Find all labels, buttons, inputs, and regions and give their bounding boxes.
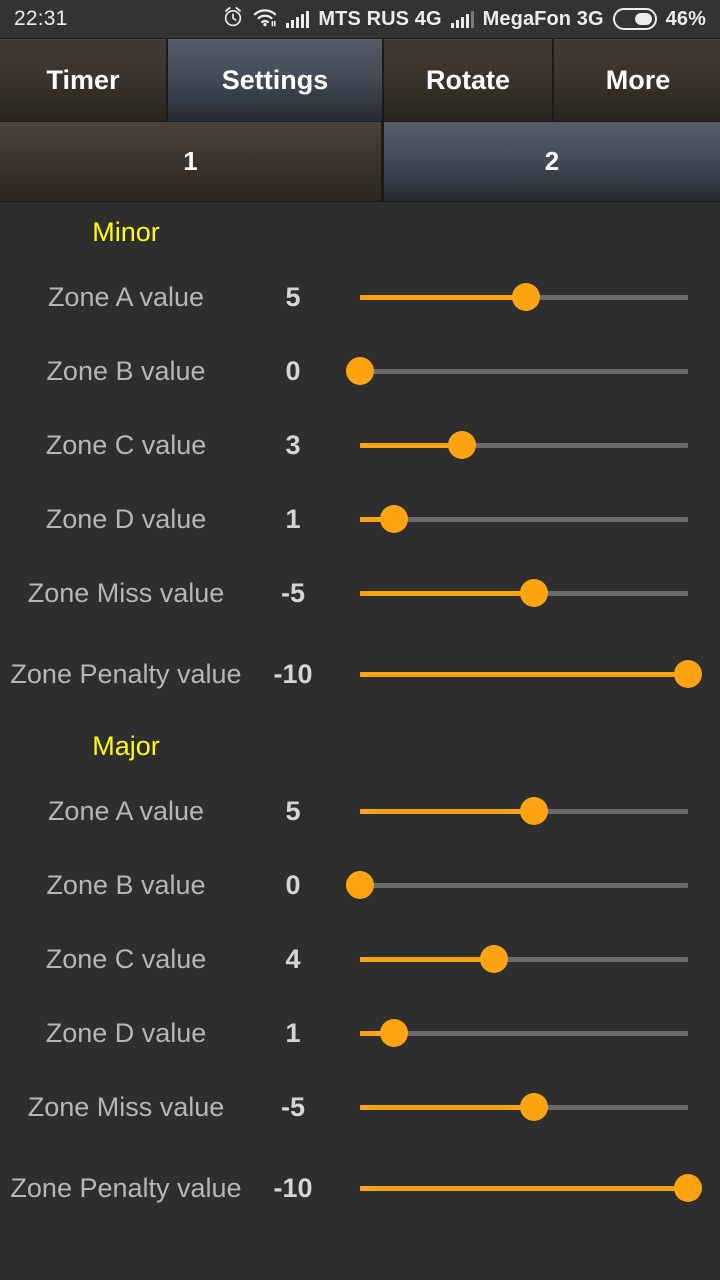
setting-row: Zone A value 5 xyxy=(0,774,720,848)
setting-value: 5 xyxy=(285,281,301,312)
slider-fill xyxy=(360,808,534,814)
slider-thumb[interactable] xyxy=(674,1174,702,1202)
setting-row: Zone D value 1 xyxy=(0,996,720,1070)
setting-slider[interactable] xyxy=(346,848,700,922)
setting-row: Zone Penalty value -10 xyxy=(0,630,720,718)
setting-slider[interactable] xyxy=(348,922,700,996)
setting-row: Zone B value 0 xyxy=(0,334,720,408)
setting-slider[interactable] xyxy=(348,482,700,556)
setting-label: Zone Penalty value xyxy=(10,1172,242,1203)
slider-fill xyxy=(360,294,526,300)
setting-value: 0 xyxy=(285,869,301,900)
setting-label: Zone B value xyxy=(46,355,206,386)
setting-label: Zone Miss value xyxy=(27,577,225,608)
setting-value: 3 xyxy=(285,429,301,460)
setting-slider[interactable] xyxy=(346,334,700,408)
setting-value: -10 xyxy=(273,1172,313,1203)
slider-thumb[interactable] xyxy=(511,283,540,311)
setting-row: Zone Miss value -5 xyxy=(0,1070,720,1144)
slider-fill xyxy=(360,590,534,596)
slider-thumb[interactable] xyxy=(480,945,509,973)
setting-label: Zone A value xyxy=(47,795,205,826)
tab-rotate[interactable]: Rotate xyxy=(384,39,552,121)
status-bar: 22:31 MTS RUS 4G MegaFon 3G 46% xyxy=(0,0,720,38)
slider-thumb[interactable] xyxy=(346,871,374,899)
setting-label: Zone Miss value xyxy=(27,1091,225,1122)
sub-tab-1[interactable]: 1 xyxy=(0,122,381,201)
setting-slider[interactable] xyxy=(348,774,700,848)
slider-thumb[interactable] xyxy=(519,1093,548,1121)
battery-icon xyxy=(612,8,657,30)
settings-content: Minor Zone A value 5 Zone B value 0 Zone C va… xyxy=(0,202,720,1280)
setting-value: 4 xyxy=(285,943,301,974)
setting-slider[interactable] xyxy=(348,260,700,334)
setting-slider[interactable] xyxy=(348,637,702,711)
setting-row: Zone C value 4 xyxy=(0,922,720,996)
wifi-icon xyxy=(253,7,277,32)
slider-fill xyxy=(360,1104,534,1110)
setting-label: Zone C value xyxy=(45,943,207,974)
setting-value: 1 xyxy=(285,503,301,534)
tab-timer[interactable]: Timer xyxy=(0,39,166,121)
carrier-label-sim1: MTS RUS 4G xyxy=(318,7,442,30)
carrier-label-sim2: MegaFon 3G xyxy=(482,7,604,30)
setting-value: -5 xyxy=(280,1091,305,1122)
slider-track[interactable] xyxy=(360,1030,688,1036)
battery-percent-label: 46% xyxy=(665,7,706,30)
slider-track[interactable] xyxy=(360,368,688,374)
setting-row: Zone Penalty value -10 xyxy=(0,1144,720,1232)
slider-thumb[interactable] xyxy=(346,357,374,385)
sub-tab-2[interactable]: 2 xyxy=(384,122,720,201)
slider-fill xyxy=(360,1185,688,1191)
slider-thumb[interactable] xyxy=(447,431,476,459)
status-clock: 22:31 xyxy=(14,7,68,30)
setting-label: Zone Penalty value xyxy=(10,658,242,689)
section-header: Major xyxy=(92,731,160,761)
setting-label: Zone C value xyxy=(45,429,207,460)
setting-row: Zone B value 0 xyxy=(0,848,720,922)
setting-label: Zone B value xyxy=(46,869,206,900)
slider-thumb[interactable] xyxy=(674,660,702,688)
setting-value: -10 xyxy=(273,658,313,689)
sub-tab-bar: 1 2 xyxy=(0,122,720,202)
slider-fill xyxy=(360,442,462,448)
setting-value: 0 xyxy=(285,355,301,386)
slider-track[interactable] xyxy=(360,516,688,522)
setting-row: Zone Miss value -5 xyxy=(0,556,720,630)
slider-thumb[interactable] xyxy=(519,579,548,607)
slider-track[interactable] xyxy=(360,882,688,888)
setting-label: Zone D value xyxy=(45,1017,207,1048)
slider-fill xyxy=(360,671,688,677)
alarm-icon xyxy=(222,6,244,33)
setting-label: Zone A value xyxy=(47,281,205,312)
primary-tab-bar: Timer Settings Rotate More xyxy=(0,38,720,122)
setting-value: 5 xyxy=(285,795,301,826)
slider-thumb[interactable] xyxy=(380,1019,409,1047)
setting-slider[interactable] xyxy=(348,556,700,630)
setting-row: Zone D value 1 xyxy=(0,482,720,556)
setting-slider[interactable] xyxy=(348,996,700,1070)
setting-value: -5 xyxy=(280,577,305,608)
setting-label: Zone D value xyxy=(45,503,207,534)
signal-bars-icon-sim1 xyxy=(286,10,310,28)
section-header: Minor xyxy=(92,217,160,247)
tab-settings[interactable]: Settings xyxy=(168,39,382,121)
setting-slider[interactable] xyxy=(348,408,700,482)
setting-row: Zone C value 3 xyxy=(0,408,720,482)
tab-more[interactable]: More xyxy=(554,39,720,121)
setting-row: Zone A value 5 xyxy=(0,260,720,334)
setting-value: 1 xyxy=(285,1017,301,1048)
setting-slider[interactable] xyxy=(348,1070,700,1144)
setting-slider[interactable] xyxy=(348,1151,702,1225)
slider-thumb[interactable] xyxy=(519,797,548,825)
slider-fill xyxy=(360,956,495,962)
slider-thumb[interactable] xyxy=(380,505,409,533)
signal-bars-icon-sim2 xyxy=(450,10,474,28)
status-icons-group: MTS RUS 4G MegaFon 3G 46% xyxy=(222,6,706,33)
